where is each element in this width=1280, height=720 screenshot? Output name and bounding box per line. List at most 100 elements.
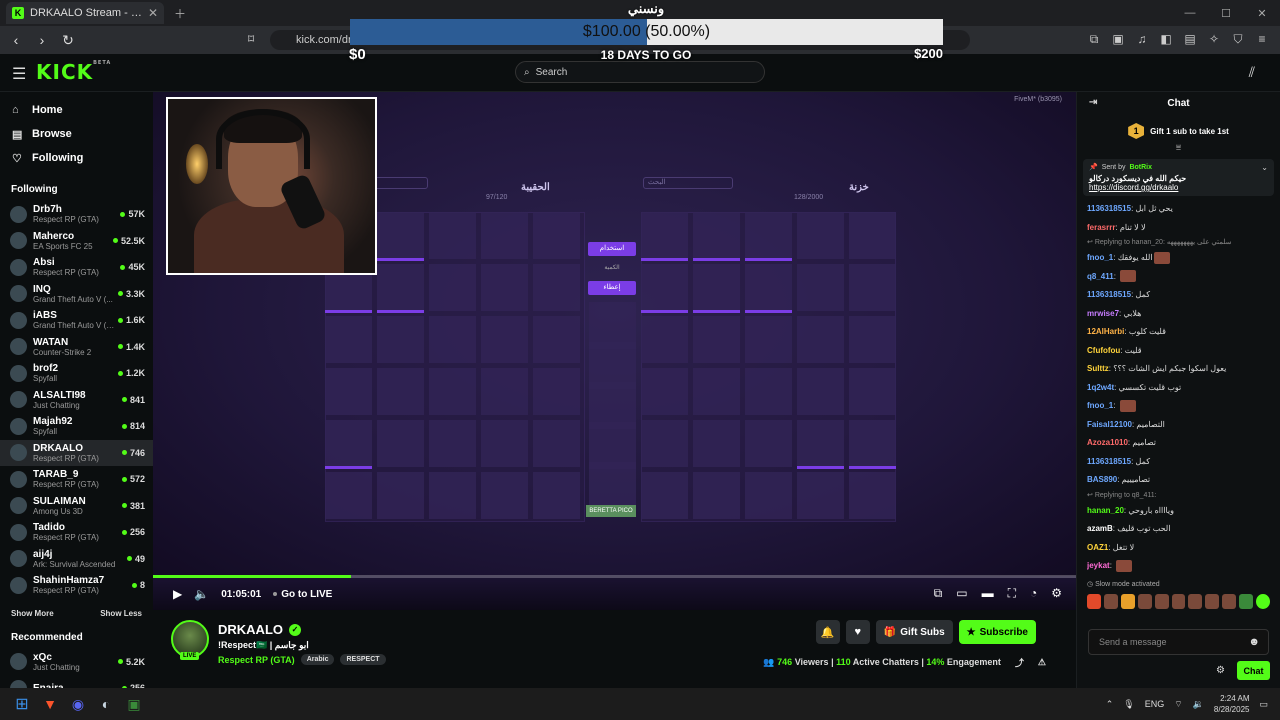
chat-username[interactable]: mrwise7	[1087, 309, 1119, 318]
emote-heart-icon[interactable]	[1087, 593, 1101, 609]
channel-item[interactable]: Enaira256	[0, 675, 153, 688]
app-icon[interactable]: ▣	[120, 690, 148, 718]
channel-item[interactable]: ALSALTI98 Just Chatting 841	[0, 387, 153, 414]
video-player[interactable]: FiveM* (b3095) الحقيبة 97/120 خزنة 128/2…	[153, 92, 1076, 610]
chat-username[interactable]: BAS890	[1087, 475, 1117, 484]
follow-heart-icon[interactable]: ♥	[845, 620, 870, 644]
chat-username[interactable]: Sulttz	[1087, 364, 1109, 373]
channel-item[interactable]: INQ Grand Theft Auto V (... 3.3K	[0, 281, 153, 308]
ai-icon[interactable]: ⫽	[1249, 64, 1255, 81]
chat-username[interactable]: hanan_20	[1087, 506, 1124, 515]
chat-username[interactable]: Cfufofou	[1087, 346, 1120, 355]
tag-respect[interactable]: RESPECT	[340, 654, 386, 665]
close-icon[interactable]: ✕	[148, 6, 158, 20]
emote-icon[interactable]	[1188, 593, 1203, 609]
discord-icon[interactable]: ◉	[64, 690, 92, 718]
stream-category[interactable]: Respect RP (GTA)	[218, 655, 295, 665]
vpn-icon[interactable]: ⛉	[1230, 30, 1246, 48]
wallet-icon[interactable]: ▤	[1182, 30, 1198, 48]
share-icon[interactable]: ⤴	[1015, 656, 1024, 669]
pip-icon[interactable]: ⧉	[934, 586, 943, 601]
streamer-name[interactable]: DRKAALO	[218, 622, 283, 637]
chat-settings-icon[interactable]: ⚙	[1216, 665, 1225, 676]
emote-icon[interactable]	[1205, 593, 1220, 609]
channel-item[interactable]: brof2 Spyfall 1.2K	[0, 360, 153, 387]
channel-item[interactable]: xQc Just Chatting 5.2K	[0, 649, 153, 676]
hamburger-menu-icon[interactable]: ☰	[12, 64, 26, 84]
chat-username[interactable]: 1136318515	[1087, 204, 1131, 213]
extensions-icon[interactable]: ⧉	[1086, 30, 1102, 48]
clock[interactable]: 2:24 AM 8/28/2025	[1214, 693, 1250, 715]
steam-icon[interactable]: ◐	[92, 690, 120, 718]
emote-fire-icon[interactable]	[1120, 593, 1135, 609]
forward-icon[interactable]: ›	[32, 30, 52, 50]
subscribe-button[interactable]: ★ Subscribe	[958, 620, 1036, 644]
leaderboard-toggle-icon[interactable]: ⩸	[1077, 142, 1280, 153]
search-input[interactable]: ⌕ Search	[515, 61, 765, 83]
maximize-icon[interactable]: ☐	[1208, 0, 1244, 26]
music-icon[interactable]: ♫	[1134, 30, 1150, 48]
microphone-icon[interactable]: 🎙	[1123, 699, 1134, 710]
volume-tray-icon[interactable]: 🔉	[1193, 699, 1204, 710]
window-close-icon[interactable]: ✕	[1244, 0, 1280, 26]
leo-icon[interactable]: ✧	[1206, 30, 1222, 48]
chat-username[interactable]: 1q2w4t	[1087, 383, 1114, 392]
unpin-icon[interactable]: ⌄	[1261, 163, 1268, 172]
tag-arabic[interactable]: Arabic	[300, 654, 335, 665]
channel-item[interactable]: Drb7h Respect RP (GTA) 57K	[0, 201, 153, 228]
bookmark-icon[interactable]: ⌑	[248, 32, 254, 46]
show-less-button[interactable]: Show Less	[100, 609, 142, 618]
chat-username[interactable]: 12AlHarbi	[1087, 327, 1124, 336]
channel-item[interactable]: DRKAALO Respect RP (GTA) 746	[0, 439, 153, 466]
sidebar-toggle-icon[interactable]: ◧	[1158, 30, 1174, 48]
chat-username[interactable]: azamB	[1087, 524, 1113, 533]
language-indicator[interactable]: ENG	[1145, 699, 1165, 709]
channel-item[interactable]: Maherco EA Sports FC 25 52.5K	[0, 228, 153, 255]
notifications-icon[interactable]: ▭	[1259, 699, 1268, 710]
gift-subs-button[interactable]: 🎁 Gift Subs	[875, 620, 953, 644]
fullscreen-icon[interactable]: ⛶	[1008, 586, 1016, 601]
kick-logo[interactable]: KICKBETA	[36, 60, 111, 84]
emote-icon[interactable]	[1137, 593, 1152, 609]
emote-icon[interactable]	[1154, 593, 1169, 609]
emote-icon[interactable]	[1171, 593, 1186, 609]
wifi-icon[interactable]: ⌔	[1174, 699, 1182, 710]
menu-icon[interactable]: ≡	[1254, 30, 1270, 48]
emote-icon[interactable]	[1103, 593, 1118, 609]
screenshot-icon[interactable]: ▣	[1110, 30, 1126, 48]
channel-item[interactable]: ShahinHamza7 Respect RP (GTA) 8	[0, 572, 153, 599]
back-icon[interactable]: ‹	[6, 30, 26, 50]
minimize-icon[interactable]: —	[1172, 0, 1208, 26]
channel-item[interactable]: iABS Grand Theft Auto V (G... 1.6K	[0, 307, 153, 334]
chat-message-input[interactable]: Send a message ☻	[1088, 629, 1269, 655]
channel-item[interactable]: Tadido Respect RP (GTA) 256	[0, 519, 153, 546]
collapse-chat-icon[interactable]: ⇥	[1089, 97, 1097, 108]
brave-browser-icon[interactable]: ▼	[36, 690, 64, 718]
chat-username[interactable]: Faisal12100	[1087, 420, 1132, 429]
emote-icon[interactable]	[1222, 593, 1237, 609]
notification-bell-icon[interactable]: 🔔	[815, 620, 840, 644]
chat-username[interactable]: 1136318515	[1087, 457, 1131, 466]
play-icon[interactable]: ▶	[173, 587, 182, 601]
channel-item[interactable]: Majah92 Spyfall 814	[0, 413, 153, 440]
channel-item[interactable]: aij4j Ark: Survival Ascended 49	[0, 546, 153, 573]
chat-username[interactable]: 1136318515	[1087, 290, 1131, 299]
show-more-button[interactable]: Show More	[11, 609, 54, 618]
pin-link[interactable]: https://discord.gg/drkaalo	[1089, 183, 1268, 192]
reload-icon[interactable]: ↻	[58, 30, 78, 50]
theater-icon[interactable]: ▬	[982, 586, 994, 601]
settings-icon[interactable]: ⚙	[1051, 586, 1062, 601]
emote-kick-icon[interactable]	[1256, 593, 1270, 609]
chat-username[interactable]: q8_411	[1087, 272, 1114, 281]
go-live-button[interactable]: Go to LIVE	[273, 589, 332, 600]
emote-frog-icon[interactable]	[1239, 593, 1254, 609]
chat-username[interactable]: ferasrrr	[1087, 223, 1115, 232]
speed-icon[interactable]: ◔	[1030, 586, 1037, 601]
chat-username[interactable]: fnoo_1	[1087, 253, 1113, 262]
nav-home[interactable]: ⌂ Home	[0, 98, 153, 122]
windows-start-icon[interactable]: ⊞	[8, 690, 36, 718]
chat-username[interactable]: jeykat	[1087, 561, 1110, 570]
channel-item[interactable]: TARAB_9 Respect RP (GTA) 572	[0, 466, 153, 493]
chat-username[interactable]: fnoo_1	[1087, 401, 1113, 410]
channel-item[interactable]: Absi Respect RP (GTA) 45K	[0, 254, 153, 281]
